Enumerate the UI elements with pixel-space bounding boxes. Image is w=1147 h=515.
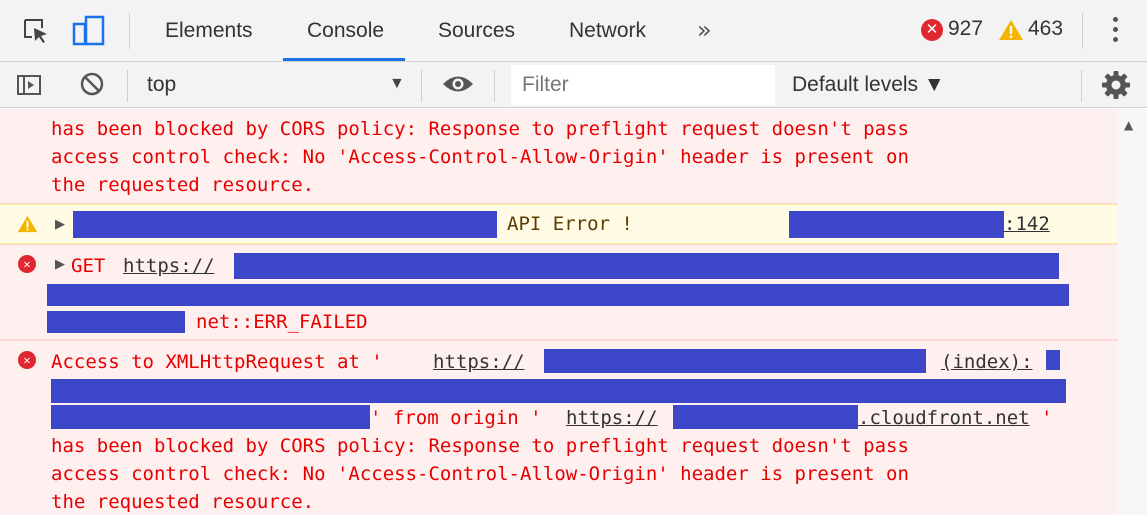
message-line: Access to XMLHttpRequest at ' [51, 351, 383, 373]
console-scrollbar[interactable] [1118, 109, 1147, 515]
console-error-message[interactable]: ✕ Access to XMLHttpRequest at ' https://… [0, 340, 1118, 515]
redacted-text [673, 405, 858, 429]
redacted-text [51, 379, 1066, 403]
message-line: access control check: No 'Access-Control… [51, 463, 909, 485]
warning-icon [17, 215, 38, 233]
inspect-element-icon[interactable] [22, 17, 50, 45]
toolbar-divider [129, 13, 130, 49]
console-error-message[interactable]: ✕ ▶ GET https:// net::ERR_FAILED [0, 244, 1118, 340]
warning-count[interactable]: 463 [1028, 17, 1063, 41]
request-url[interactable]: https:// [123, 252, 215, 280]
message-line: has been blocked by CORS policy: Respons… [51, 118, 909, 140]
scroll-up-arrow-icon[interactable]: ▲ [1124, 118, 1133, 132]
expand-triangle-icon[interactable]: ▶ [55, 257, 65, 272]
tab-elements[interactable]: Elements [165, 0, 253, 61]
error-icon: ✕ [18, 351, 36, 369]
console-warning-message[interactable]: ▶ API Error ! :142 [0, 204, 1118, 244]
expand-triangle-icon[interactable]: ▶ [55, 217, 65, 232]
active-tab-indicator [283, 58, 405, 61]
redacted-text [51, 405, 370, 429]
redacted-text [47, 311, 185, 333]
error-count[interactable]: 927 [948, 17, 983, 41]
network-error: net::ERR_FAILED [196, 311, 368, 333]
clear-console-icon[interactable] [79, 71, 105, 97]
source-link[interactable]: (index): [941, 348, 1033, 376]
error-icon: ✕ [18, 255, 36, 273]
live-expression-eye-icon[interactable] [441, 73, 475, 95]
more-tabs-button[interactable]: » [697, 16, 712, 44]
origin-url-suffix[interactable]: .cloudfront.net [858, 404, 1030, 432]
toolbar-divider [1081, 70, 1082, 102]
origin-url[interactable]: https:// [566, 404, 658, 432]
tab-console[interactable]: Console [307, 0, 384, 61]
toolbar-divider [127, 70, 128, 102]
message-line: ' from origin ' [370, 407, 542, 429]
filter-input[interactable] [511, 65, 775, 105]
redacted-text [544, 349, 926, 373]
request-method: GET [71, 255, 106, 277]
error-count-icon[interactable]: ✕ [921, 19, 943, 41]
toolbar-divider [421, 70, 422, 102]
log-levels-dropdown[interactable]: Default levels ▼ [792, 73, 945, 97]
message-line: the requested resource. [51, 491, 315, 513]
toolbar-divider [1082, 13, 1083, 49]
redacted-text [1046, 350, 1060, 370]
gear-icon[interactable] [1101, 70, 1131, 100]
chevron-down-icon[interactable]: ▼ [389, 75, 405, 93]
tab-sources[interactable]: Sources [438, 0, 515, 61]
console-messages[interactable]: has been blocked by CORS policy: Respons… [0, 109, 1147, 515]
request-url[interactable]: https:// [433, 348, 525, 376]
message-line: has been blocked by CORS policy: Respons… [51, 435, 909, 457]
redacted-text [789, 211, 1004, 238]
show-console-sidebar-icon[interactable] [16, 73, 42, 97]
message-line: access control check: No 'Access-Control… [51, 146, 909, 168]
more-options-icon[interactable] [1113, 17, 1119, 45]
context-selector[interactable]: top [147, 73, 176, 97]
console-error-message[interactable]: has been blocked by CORS policy: Respons… [0, 109, 1118, 204]
message-line: ' [1041, 407, 1053, 429]
tab-network[interactable]: Network [569, 0, 646, 61]
redacted-text [73, 211, 497, 238]
toolbar-divider [494, 70, 495, 102]
source-link[interactable]: :142 [1004, 210, 1050, 238]
device-toolbar-icon[interactable] [72, 15, 106, 47]
warning-text: API Error ! [507, 213, 633, 235]
warning-count-icon[interactable] [998, 18, 1024, 42]
redacted-text [47, 284, 1069, 306]
message-line: the requested resource. [51, 174, 315, 196]
redacted-text [234, 253, 1059, 279]
